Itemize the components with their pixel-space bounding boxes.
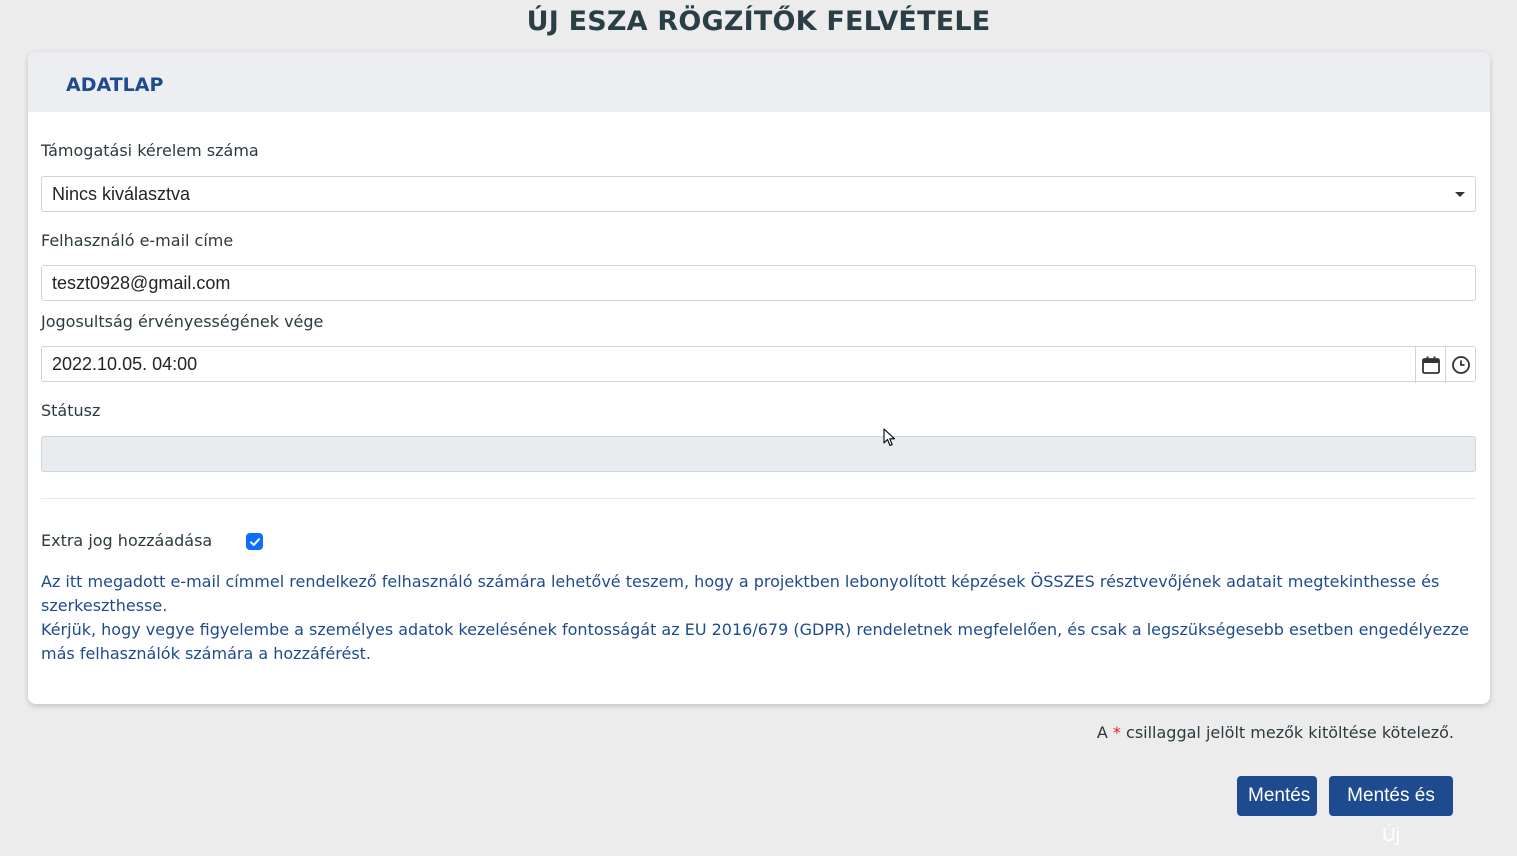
expiry-value: 2022.10.05. 04:00 — [52, 354, 198, 374]
required-star: * — [1112, 723, 1121, 742]
extra-right-label: Extra jog hozzáadása — [41, 531, 213, 550]
page-title: ÚJ ESZA RÖGZÍTŐK FELVÉTELE — [526, 6, 991, 37]
divider — [41, 498, 1476, 499]
info-text: Az itt megadott e-mail címmel rendelkező… — [41, 570, 1481, 666]
email-value: teszt0928@gmail.com — [52, 273, 231, 293]
form-card: ADATLAP Támogatási kérelem száma Nincs k… — [28, 52, 1490, 704]
calendar-icon — [1421, 356, 1440, 374]
required-note: A * csillaggal jelölt mezők kitöltése kö… — [1097, 723, 1454, 742]
clock-button[interactable] — [1445, 347, 1475, 383]
mouse-cursor-icon — [883, 428, 896, 447]
email-field[interactable]: teszt0928@gmail.com — [41, 265, 1476, 301]
card-header-title: ADATLAP — [66, 74, 164, 96]
expiry-label: Jogosultság érvényességének vége — [41, 312, 324, 331]
info-line-1: Az itt megadott e-mail címmel rendelkező… — [41, 572, 1440, 615]
status-field — [41, 436, 1476, 472]
status-label: Státusz — [41, 401, 101, 420]
save-button[interactable]: Mentés — [1237, 776, 1317, 816]
clock-icon — [1451, 356, 1470, 374]
application-number-selected: Nincs kiválasztva — [52, 184, 191, 204]
save-and-new-button[interactable]: Mentés és Új — [1329, 776, 1453, 846]
card-header: ADATLAP — [28, 52, 1490, 112]
chevron-down-icon — [1455, 192, 1465, 197]
extra-right-checkbox[interactable] — [246, 533, 263, 550]
application-number-label: Támogatási kérelem száma — [41, 141, 259, 160]
required-note-suffix: csillaggal jelölt mezők kitöltése kötele… — [1126, 723, 1454, 742]
info-line-2: Kérjük, hogy vegye figyelembe a személye… — [41, 620, 1469, 663]
expiry-datetime-field[interactable]: 2022.10.05. 04:00 — [41, 346, 1476, 383]
application-number-select[interactable]: Nincs kiválasztva — [41, 176, 1476, 212]
calendar-button[interactable] — [1415, 347, 1445, 383]
email-label: Felhasználó e-mail címe — [41, 231, 234, 250]
required-note-prefix: A — [1096, 723, 1108, 742]
check-icon — [249, 537, 260, 546]
